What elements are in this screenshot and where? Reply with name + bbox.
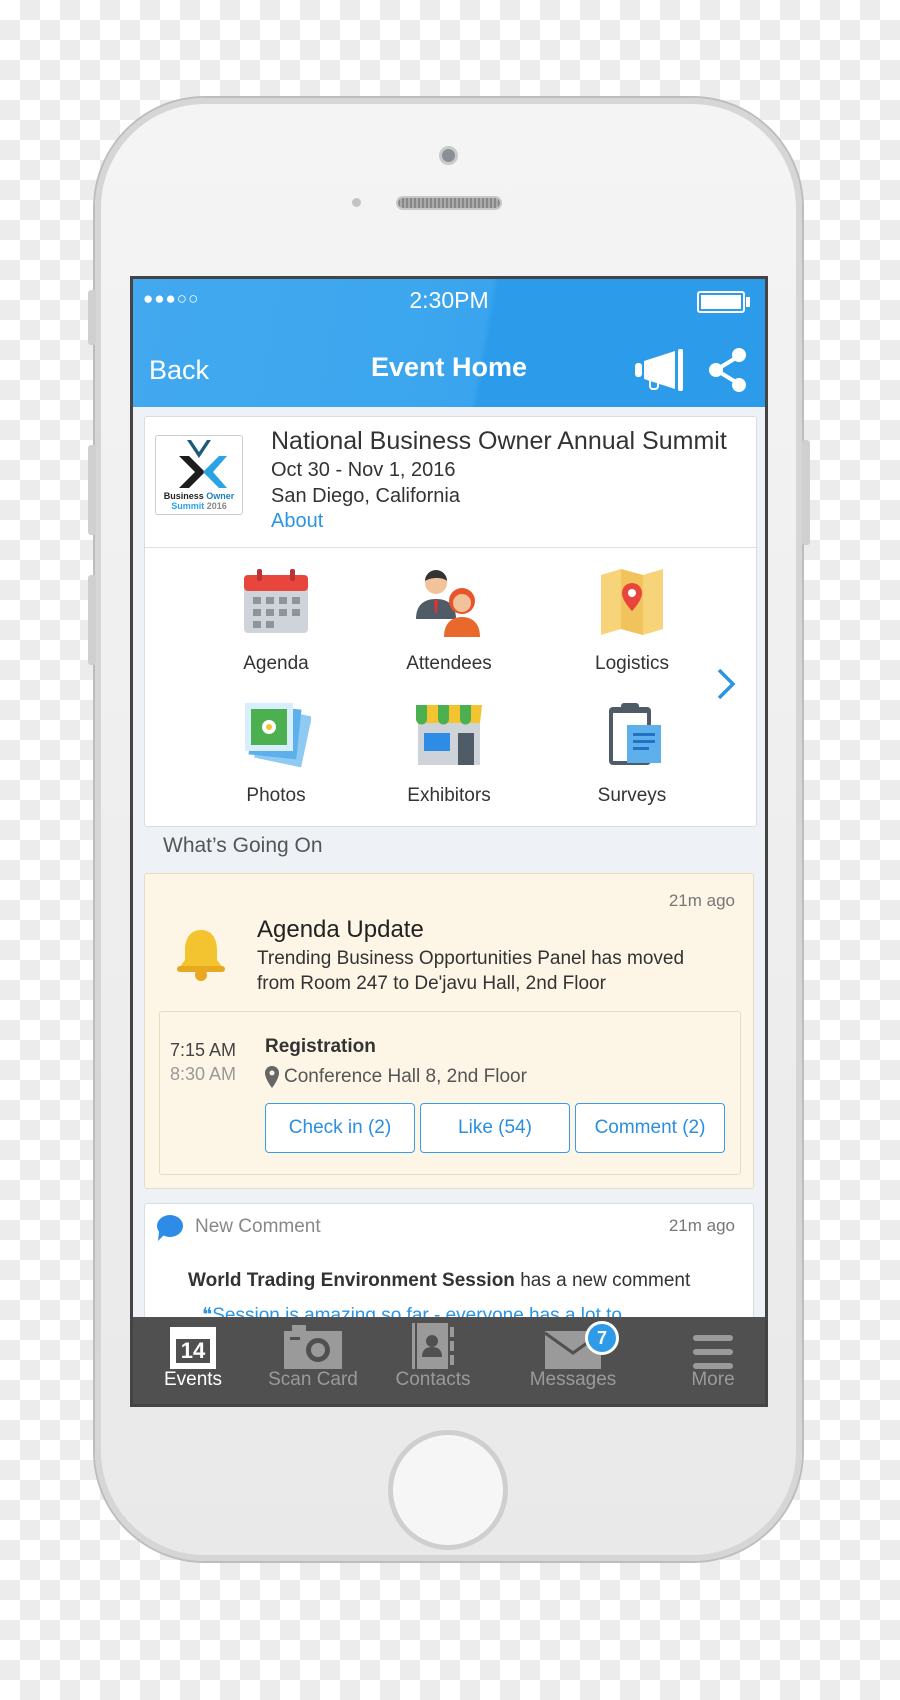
tab-events[interactable]: 14 Events (133, 1317, 253, 1404)
map-pin-icon (601, 569, 663, 635)
session-time: 7:15 AM 8:30 AM (170, 1040, 237, 1084)
storefront-icon (416, 705, 482, 765)
location-pin-icon (265, 1066, 279, 1088)
tab-bar: 14 Events Scan Card Contacts 7 Messages … (133, 1317, 765, 1404)
event-title: National Business Owner Annual Summit (271, 427, 727, 455)
clipboard-icon (609, 703, 661, 765)
event-card: Business Owner Summit 2016 National Busi… (144, 416, 757, 827)
chevron-right-icon[interactable] (715, 667, 737, 701)
front-camera (439, 146, 458, 165)
attendees-icon (416, 570, 480, 637)
share-icon[interactable] (708, 347, 748, 393)
app-screen: ●●●○○ 2:30PM Back Event Home Business Ow… (130, 276, 768, 1407)
unread-badge: 7 (585, 1321, 619, 1355)
comment-button[interactable]: Comment (2) (575, 1103, 725, 1153)
tab-more[interactable]: More (653, 1317, 765, 1404)
nav-bar: ●●●○○ 2:30PM Back Event Home (133, 279, 765, 407)
event-logo: Business Owner Summit 2016 (155, 435, 243, 515)
about-link[interactable]: About (271, 510, 323, 533)
update-title: Agenda Update (257, 916, 424, 943)
tile-exhibitors[interactable]: Exhibitors (374, 699, 524, 807)
volume-down-button (88, 575, 96, 665)
timestamp: 21m ago (668, 1216, 735, 1235)
event-dates: Oct 30 - Nov 1, 2016 (271, 459, 456, 481)
megaphone-icon[interactable] (635, 349, 689, 393)
photos-icon (245, 703, 312, 768)
bell-icon (177, 930, 225, 981)
agenda-update-card[interactable]: 21m ago Agenda Update Trending Business … (144, 873, 754, 1189)
volume-up-button (88, 445, 96, 535)
contacts-book-icon (412, 1323, 454, 1369)
power-button (802, 440, 810, 545)
tab-contacts[interactable]: Contacts (373, 1317, 493, 1404)
sensor (352, 198, 361, 207)
home-button[interactable] (388, 1430, 508, 1550)
speaker-grille (396, 196, 502, 210)
calendar-icon: 14 (170, 1327, 216, 1369)
tile-attendees[interactable]: Attendees (374, 567, 524, 675)
battery-icon (697, 291, 745, 313)
tile-photos[interactable]: Photos (201, 699, 351, 807)
timestamp: 21m ago (668, 891, 735, 910)
session-name: Registration (265, 1036, 376, 1057)
tile-logistics[interactable]: Logistics (557, 567, 707, 675)
like-button[interactable]: Like (54) (420, 1103, 570, 1153)
tile-agenda[interactable]: Agenda (201, 567, 351, 675)
camera-icon (284, 1325, 342, 1369)
status-time: 2:30PM (409, 287, 489, 313)
comment-text: World Trading Environment Session has a … (188, 1270, 691, 1291)
menu-icon (693, 1335, 733, 1369)
section-title: What’s Going On (163, 834, 323, 857)
update-message: Trending Business Opportunities Panel ha… (257, 948, 685, 994)
tile-surveys[interactable]: Surveys (557, 699, 707, 807)
tab-scan-card[interactable]: Scan Card (253, 1317, 373, 1404)
comment-label: New Comment (195, 1216, 321, 1237)
tab-messages[interactable]: 7 Messages (503, 1317, 643, 1404)
chat-bubble-icon (157, 1215, 183, 1241)
session-place: Conference Hall 8, 2nd Floor (284, 1066, 527, 1087)
calendar-icon (244, 569, 308, 633)
check-in-button[interactable]: Check in (2) (265, 1103, 415, 1153)
session-box: 7:15 AM 8:30 AM Registration Conference H… (159, 1011, 741, 1175)
event-location: San Diego, California (271, 485, 460, 507)
mute-switch (88, 290, 96, 345)
